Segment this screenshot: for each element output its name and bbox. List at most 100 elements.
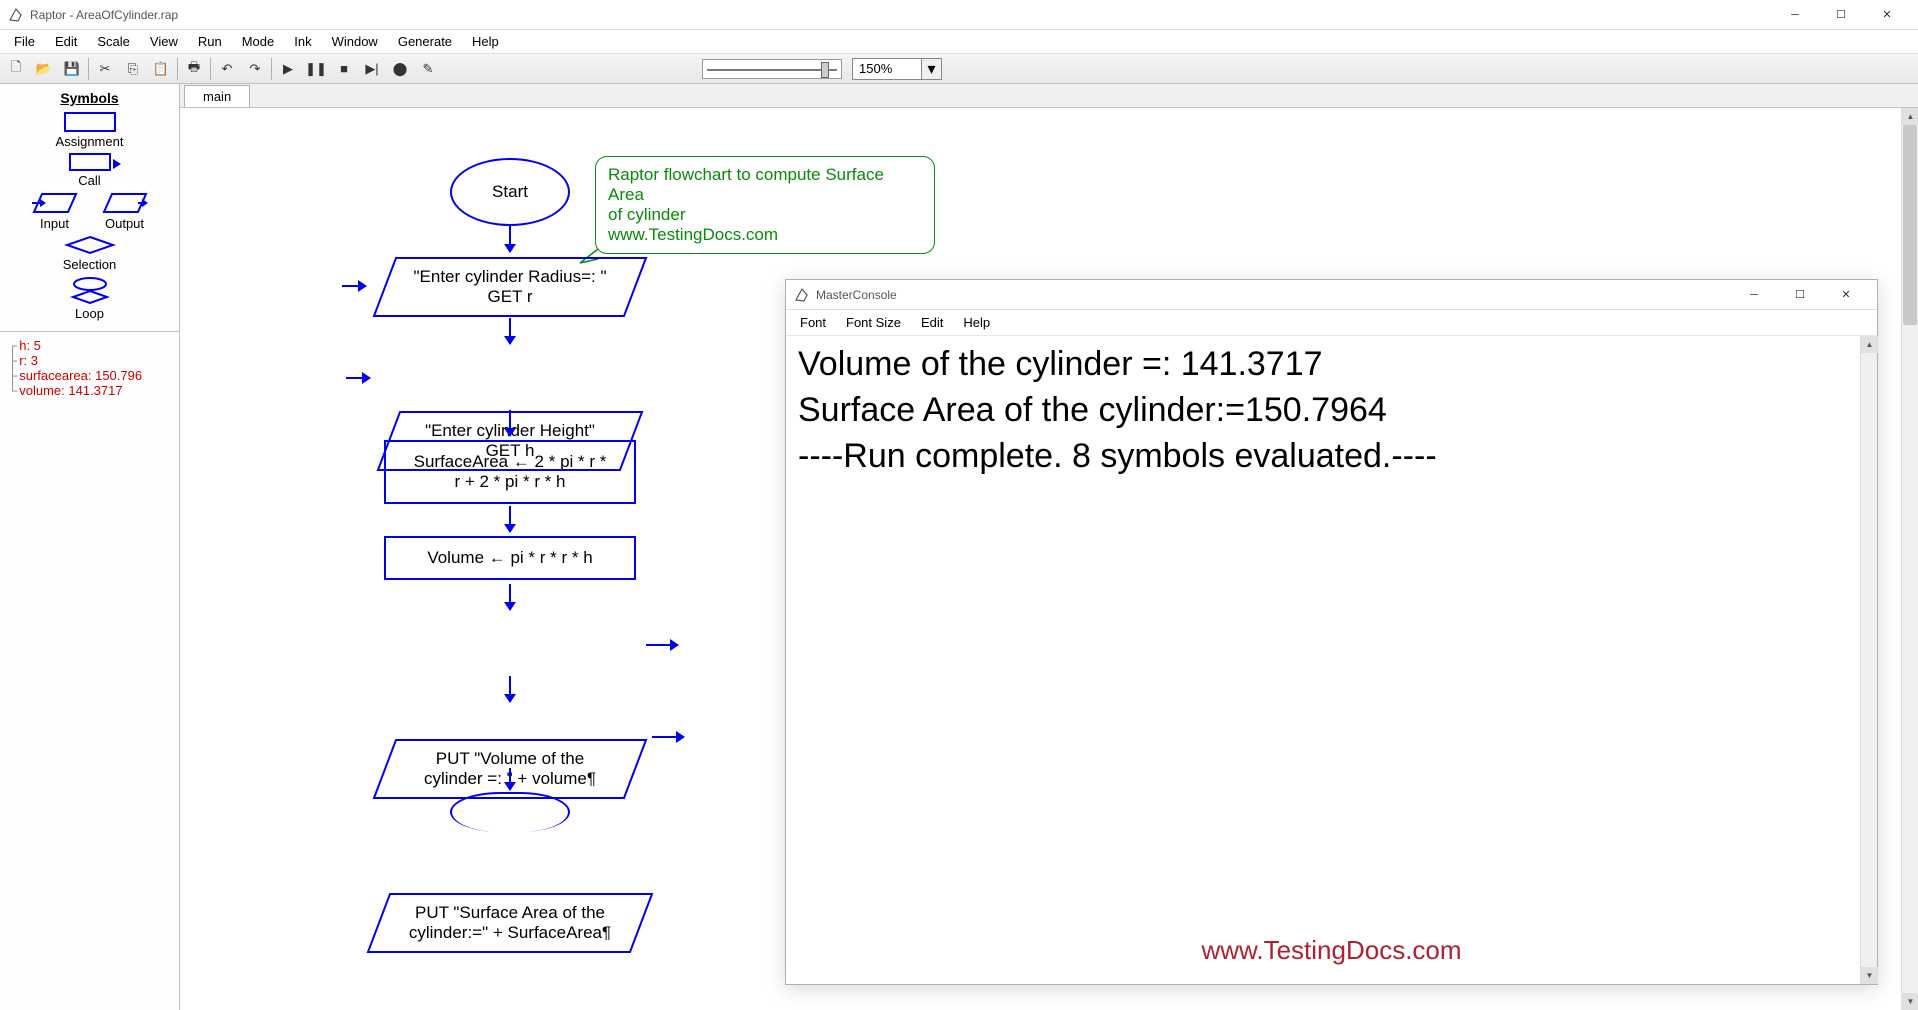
- symbols-header: Symbols: [0, 88, 179, 108]
- redo-button[interactable]: ↷: [242, 56, 268, 82]
- menu-edit[interactable]: Edit: [45, 31, 87, 52]
- loop-shape-icon: [63, 276, 117, 304]
- call-shape-icon: [69, 153, 111, 171]
- fc-assign-volume[interactable]: Volume ← pi * r * r * h: [384, 536, 636, 580]
- speed-slider[interactable]: [702, 59, 842, 79]
- open-folder-icon: 📂: [36, 61, 52, 77]
- fc-output-surfacearea[interactable]: PUT "Surface Area of the cylinder:=" + S…: [366, 892, 654, 954]
- console-title-text: MasterConsole: [816, 288, 1731, 302]
- maximize-button[interactable]: ☐: [1818, 0, 1864, 30]
- watermark-text: www.TestingDocs.com: [1201, 935, 1461, 966]
- breakpoint-icon: ⬤: [393, 61, 408, 77]
- pause-button[interactable]: ❚❚: [303, 56, 329, 82]
- save-icon: 💾: [64, 61, 80, 77]
- step-button[interactable]: ▶|: [359, 56, 385, 82]
- menu-scale[interactable]: Scale: [87, 31, 140, 52]
- window-title: Raptor - AreaOfCylinder.rap: [30, 8, 1772, 22]
- fc-assign-surfacearea[interactable]: SurfaceArea ← 2 * pi * r * r + 2 * pi * …: [384, 440, 636, 504]
- menu-view[interactable]: View: [140, 31, 188, 52]
- sidebar: Symbols Assignment Call Input Output: [0, 84, 180, 1010]
- fc-start-node[interactable]: Start: [450, 158, 570, 226]
- scroll-down-icon[interactable]: ▼: [1902, 993, 1918, 1010]
- copy-button[interactable]: ⎘: [120, 56, 146, 82]
- console-scrollbar[interactable]: ▲ ▼: [1860, 336, 1877, 984]
- redo-icon: ↷: [250, 61, 261, 77]
- variable-row: ┌h: 5: [8, 338, 171, 353]
- open-button[interactable]: 📂: [31, 56, 57, 82]
- fc-assign-surfacearea-text: SurfaceArea ← 2 * pi * r * r + 2 * pi * …: [414, 452, 607, 492]
- play-button[interactable]: ▶: [275, 56, 301, 82]
- variable-row: └volume: 141.3717: [8, 383, 171, 398]
- menu-run[interactable]: Run: [188, 31, 232, 52]
- tab-main[interactable]: main: [184, 85, 250, 107]
- scroll-up-icon[interactable]: ▲: [1902, 108, 1918, 125]
- play-icon: ▶: [283, 61, 293, 77]
- pen-button[interactable]: ✎: [415, 56, 441, 82]
- breakpoint-button[interactable]: ⬤: [387, 56, 413, 82]
- tab-strip: main: [180, 84, 1918, 108]
- menu-mode[interactable]: Mode: [232, 31, 285, 52]
- console-title-bar[interactable]: MasterConsole ─ ☐ ✕: [786, 280, 1877, 310]
- console-line: Surface Area of the cylinder:=150.7964: [798, 388, 1865, 434]
- pen-icon: ✎: [423, 61, 434, 77]
- symbol-input[interactable]: Input: [32, 192, 78, 231]
- pause-icon: ❚❚: [305, 61, 327, 77]
- console-menu-help[interactable]: Help: [953, 312, 1000, 333]
- symbol-assignment-label: Assignment: [56, 134, 124, 149]
- variables-panel: ┌h: 5 ├r: 3 ├surfacearea: 150.796 └volum…: [0, 332, 179, 404]
- scroll-thumb[interactable]: [1903, 125, 1917, 325]
- console-menu-fontsize[interactable]: Font Size: [836, 312, 911, 333]
- raptor-app-icon: [794, 287, 810, 303]
- symbol-output-label: Output: [105, 216, 144, 231]
- zoom-dropdown[interactable]: ▾: [922, 58, 942, 80]
- cut-button[interactable]: ✂: [92, 56, 118, 82]
- menu-window[interactable]: Window: [322, 31, 388, 52]
- console-close-button[interactable]: ✕: [1823, 280, 1869, 310]
- console-maximize-button[interactable]: ☐: [1777, 280, 1823, 310]
- fc-output-surfacearea-text: PUT "Surface Area of the cylinder:=" + S…: [366, 892, 654, 954]
- menu-help[interactable]: Help: [462, 31, 509, 52]
- console-menu-edit[interactable]: Edit: [911, 312, 953, 333]
- fc-comment[interactable]: Raptor flowchart to compute Surface Area…: [595, 156, 935, 254]
- symbol-input-label: Input: [40, 216, 69, 231]
- stop-button[interactable]: ■: [331, 56, 357, 82]
- new-file-icon: 🗋: [11, 58, 21, 80]
- copy-icon: ⎘: [128, 61, 138, 77]
- print-button[interactable]: 🖶: [181, 56, 207, 82]
- selection-shape-icon: [63, 235, 117, 255]
- symbol-output[interactable]: Output: [102, 192, 148, 231]
- step-icon: ▶|: [365, 61, 378, 77]
- symbols-palette: Symbols Assignment Call Input Output: [0, 84, 179, 332]
- fc-input-radius[interactable]: "Enter cylinder Radius=: " GET r: [372, 256, 648, 318]
- symbol-assignment[interactable]: Assignment: [0, 112, 179, 149]
- symbol-call-label: Call: [78, 173, 100, 188]
- menu-bar: File Edit Scale View Run Mode Ink Window…: [0, 30, 1918, 54]
- fc-assign-volume-text: Volume ← pi * r * r * h: [427, 548, 592, 568]
- console-minimize-button[interactable]: ─: [1731, 280, 1777, 310]
- fc-end-node-partial[interactable]: [450, 792, 570, 832]
- undo-icon: ↶: [222, 61, 233, 77]
- console-line: ----Run complete. 8 symbols evaluated.--…: [798, 434, 1865, 480]
- symbol-selection[interactable]: Selection: [0, 235, 179, 272]
- zoom-value[interactable]: 150%: [852, 58, 922, 80]
- new-button[interactable]: 🗋: [3, 56, 29, 82]
- close-button[interactable]: ✕: [1864, 0, 1910, 30]
- symbol-selection-label: Selection: [63, 257, 116, 272]
- master-console-window[interactable]: MasterConsole ─ ☐ ✕ Font Font Size Edit …: [785, 279, 1878, 985]
- menu-ink[interactable]: Ink: [284, 31, 321, 52]
- scroll-down-icon[interactable]: ▼: [1861, 967, 1878, 984]
- paste-button[interactable]: 📋: [148, 56, 174, 82]
- variable-row: ├r: 3: [8, 353, 171, 368]
- console-line: Volume of the cylinder =: 141.3717: [798, 342, 1865, 388]
- canvas-scrollbar[interactable]: ▲ ▼: [1901, 108, 1918, 1010]
- menu-generate[interactable]: Generate: [388, 31, 462, 52]
- undo-button[interactable]: ↶: [214, 56, 240, 82]
- save-button[interactable]: 💾: [59, 56, 85, 82]
- symbol-loop[interactable]: Loop: [0, 276, 179, 321]
- scroll-up-icon[interactable]: ▲: [1861, 336, 1878, 353]
- minimize-button[interactable]: ─: [1772, 0, 1818, 30]
- symbol-call[interactable]: Call: [0, 153, 179, 188]
- console-menu-font[interactable]: Font: [790, 312, 836, 333]
- menu-file[interactable]: File: [4, 31, 45, 52]
- console-output: Volume of the cylinder =: 141.3717 Surfa…: [786, 336, 1877, 486]
